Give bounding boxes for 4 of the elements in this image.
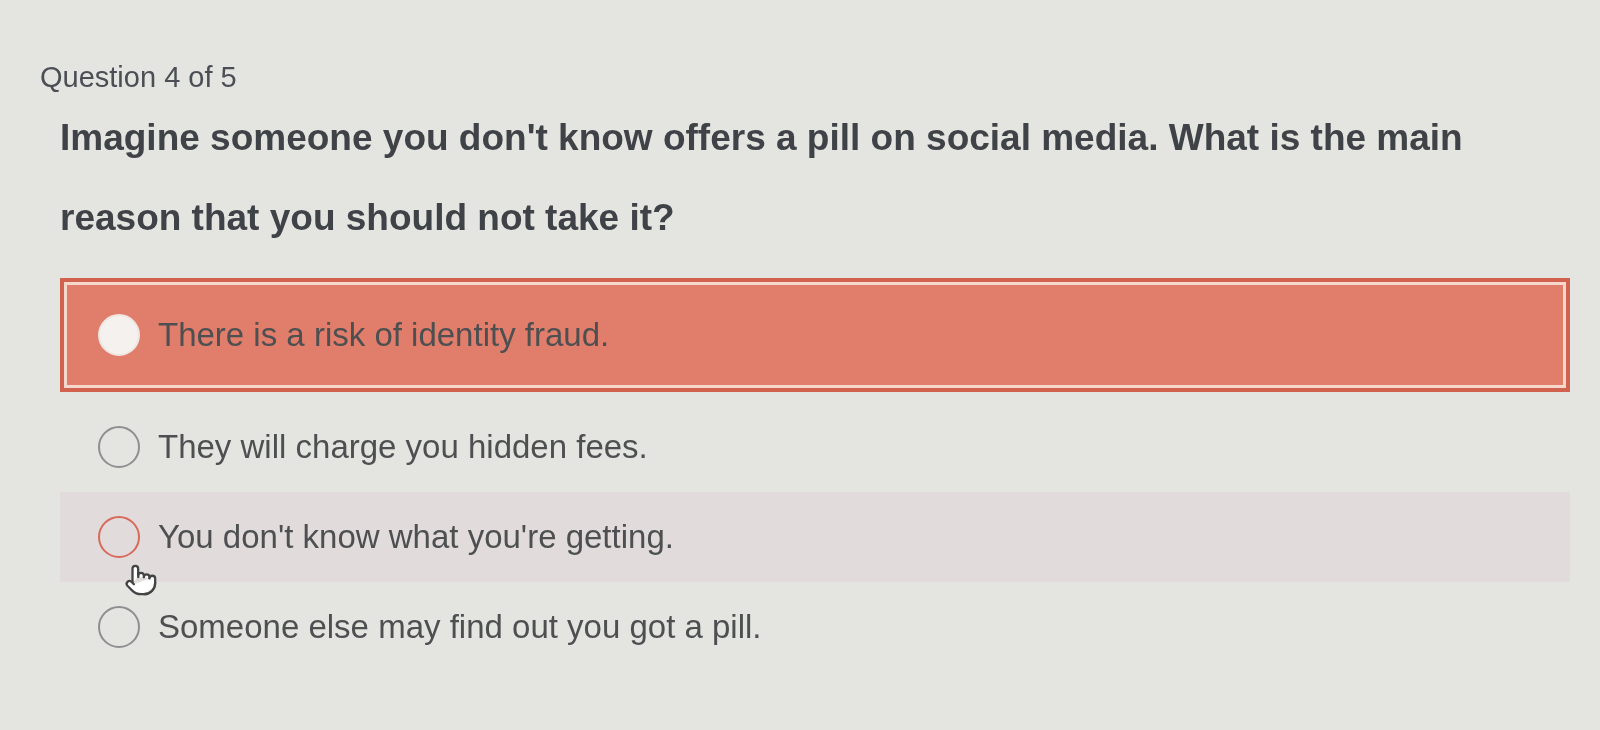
question-counter: Question 4 of 5 bbox=[40, 60, 237, 94]
answer-option[interactable]: They will charge you hidden fees. bbox=[98, 426, 648, 468]
answer-option[interactable]: Someone else may find out you got a pill. bbox=[98, 606, 762, 648]
question-text: Imagine someone you don't know offers a pill on social media. What is the main reason that you should not take it? bbox=[60, 116, 1464, 240]
